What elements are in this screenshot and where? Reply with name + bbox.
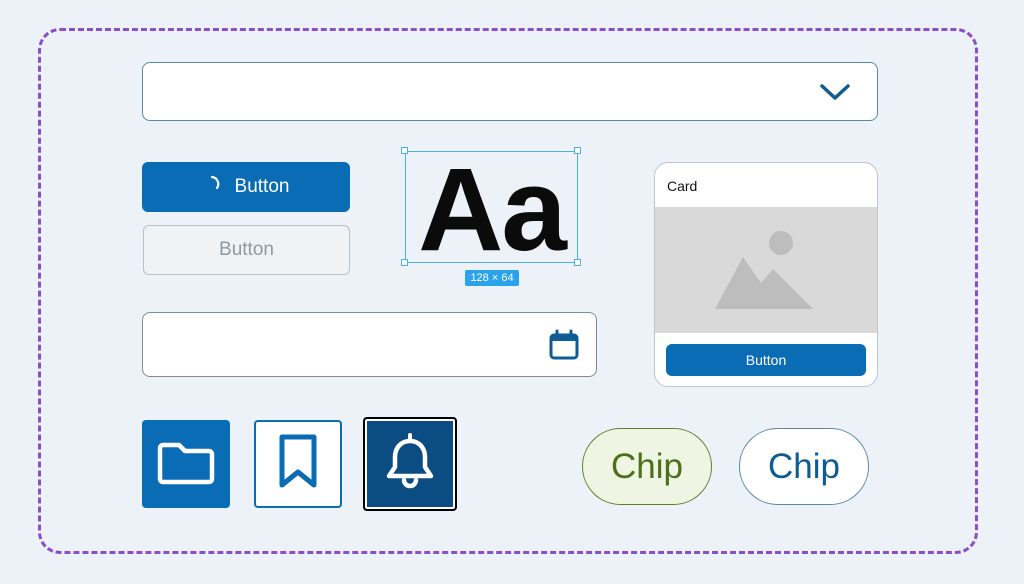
bookmark-icon [276, 433, 320, 496]
resize-handle-top-right[interactable] [574, 147, 581, 154]
select-dropdown[interactable] [142, 62, 878, 121]
resize-handle-top-left[interactable] [401, 147, 408, 154]
resize-handle-bottom-left[interactable] [401, 259, 408, 266]
spinner-icon [203, 175, 221, 199]
disabled-button[interactable]: Button [143, 225, 350, 275]
chip-outline[interactable]: Chip [739, 428, 869, 505]
chip-selected[interactable]: Chip [582, 428, 712, 505]
resize-handle-bottom-right[interactable] [574, 259, 581, 266]
image-placeholder-icon [715, 231, 813, 309]
type-glyph: Aa [418, 144, 567, 276]
loading-button[interactable]: Button [142, 162, 350, 212]
folder-icon-button[interactable] [142, 420, 230, 508]
folder-icon [157, 437, 215, 492]
date-input[interactable] [142, 312, 597, 377]
card: Card Button [654, 162, 878, 387]
loading-button-label: Button [234, 176, 290, 197]
card-media [655, 207, 877, 333]
dimension-badge: 128 × 64 [465, 270, 519, 286]
card-title: Card [667, 178, 698, 194]
chip-label: Chip [768, 446, 840, 486]
bell-icon [385, 432, 435, 496]
bookmark-icon-button[interactable] [254, 420, 342, 508]
bell-icon-button[interactable] [363, 417, 457, 511]
disabled-button-label: Button [219, 239, 274, 260]
typography-sample[interactable]: Aa [405, 151, 578, 269]
chevron-down-icon[interactable] [819, 81, 851, 108]
card-button[interactable]: Button [666, 344, 866, 376]
chip-label: Chip [611, 446, 683, 486]
card-button-label: Button [745, 352, 787, 368]
calendar-icon[interactable] [548, 329, 580, 366]
